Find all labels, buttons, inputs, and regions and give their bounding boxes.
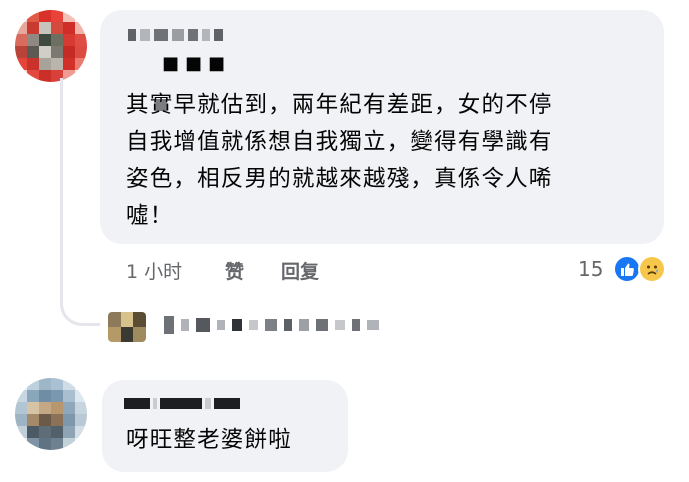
author-name-blurred[interactable] (128, 29, 223, 41)
author-name-2-blurred[interactable] (124, 398, 240, 409)
reply-avatar[interactable] (108, 312, 146, 342)
comment-timestamp[interactable]: 1 小时 (126, 257, 182, 284)
sad-face-icon[interactable] (638, 255, 666, 283)
author-dots: ■■■ (162, 53, 232, 74)
like-icon[interactable] (613, 255, 641, 283)
like-button[interactable]: 赞 (225, 257, 244, 284)
comment-text-line-2: 自我增值就係想自我獨立，變得有學識有 (126, 129, 553, 155)
reaction-count[interactable]: 15 (578, 257, 603, 281)
comment-text-line-4: 噓！ (126, 203, 174, 229)
reply-button[interactable]: 回复 (281, 257, 319, 284)
reply-author-blurred[interactable] (164, 316, 379, 334)
avatar[interactable] (15, 10, 87, 82)
comment-2-text: 呀旺整老婆餅啦 (126, 427, 292, 453)
comment-text-line-1: 其實早就估到，兩年紀有差距，女的不停 (126, 92, 553, 118)
avatar-2[interactable] (15, 378, 87, 450)
reply-thread-line (60, 78, 100, 326)
comment-text-line-3: 姿色，相反男的就越來越殘，真係令人唏 (126, 166, 553, 192)
